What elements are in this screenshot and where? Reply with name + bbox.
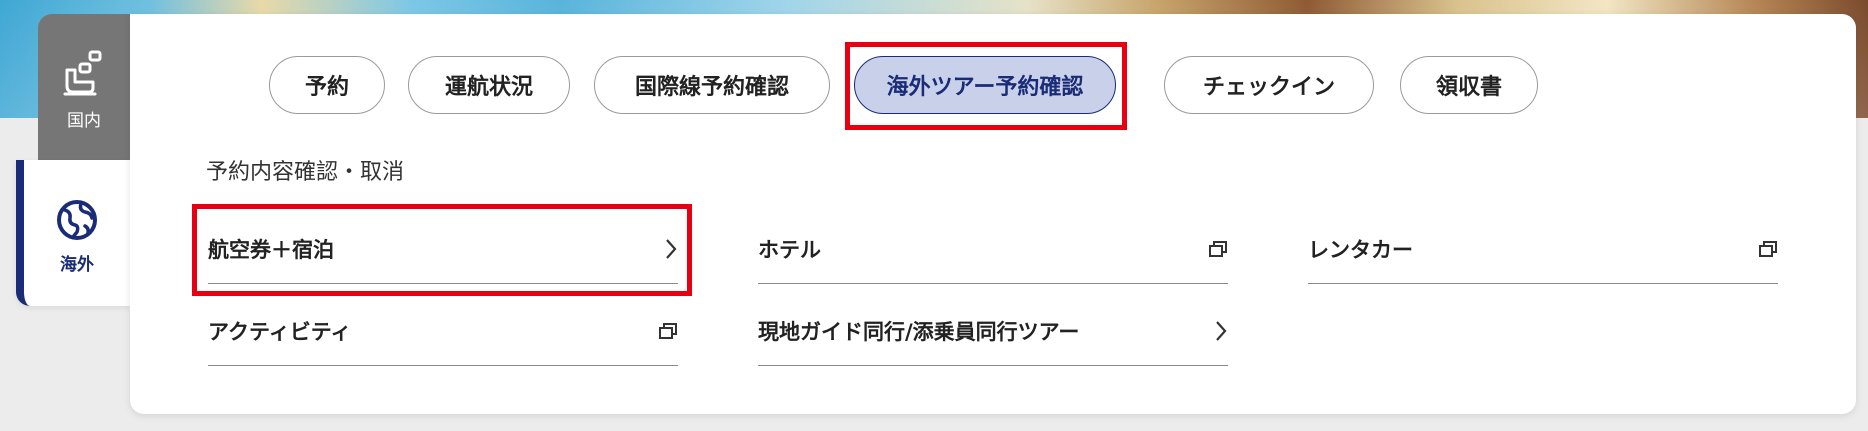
list-item-hotel[interactable]: ホテル	[758, 214, 1228, 284]
list-item-label: レンタカー	[1308, 237, 1413, 262]
tab-reservation[interactable]: 予約	[269, 56, 385, 114]
list-item-guided-tour[interactable]: 現地ガイド同行/添乗員同行ツアー	[758, 296, 1228, 366]
tab-checkin[interactable]: チェックイン	[1164, 56, 1374, 114]
list-item-activity[interactable]: アクティビティ	[208, 296, 678, 366]
list-item-label: 現地ガイド同行/添乗員同行ツアー	[758, 319, 1080, 344]
chevron-right-icon	[1214, 320, 1228, 342]
sidebar-domestic-label: 国内	[67, 111, 101, 131]
seat-icon	[63, 50, 102, 96]
tab-international-booking-check[interactable]: 国際線予約確認	[594, 56, 830, 114]
tab-receipt[interactable]: 領収書	[1400, 56, 1538, 114]
list-item-label: ホテル	[758, 237, 821, 262]
external-window-icon	[1758, 240, 1778, 258]
tab-flight-status[interactable]: 運航状況	[408, 56, 570, 114]
main-panel: 予約 運航状況 国際線予約確認 海外ツアー予約確認 チェックイン 領収書 予約内…	[130, 14, 1856, 414]
highlight-box-item	[192, 204, 692, 296]
list-item-rental-car[interactable]: レンタカー	[1308, 214, 1778, 284]
globe-icon	[57, 200, 97, 240]
sidebar-international-label: 海外	[60, 255, 94, 275]
sidebar-tab-international[interactable]: 海外	[16, 160, 130, 306]
list-item-label: アクティビティ	[208, 319, 352, 344]
highlight-box-tab	[845, 42, 1127, 130]
external-window-icon	[1208, 240, 1228, 258]
external-window-icon	[658, 322, 678, 340]
sidebar-tab-domestic[interactable]: 国内	[38, 14, 130, 160]
section-title: 予約内容確認・取消	[206, 160, 405, 185]
